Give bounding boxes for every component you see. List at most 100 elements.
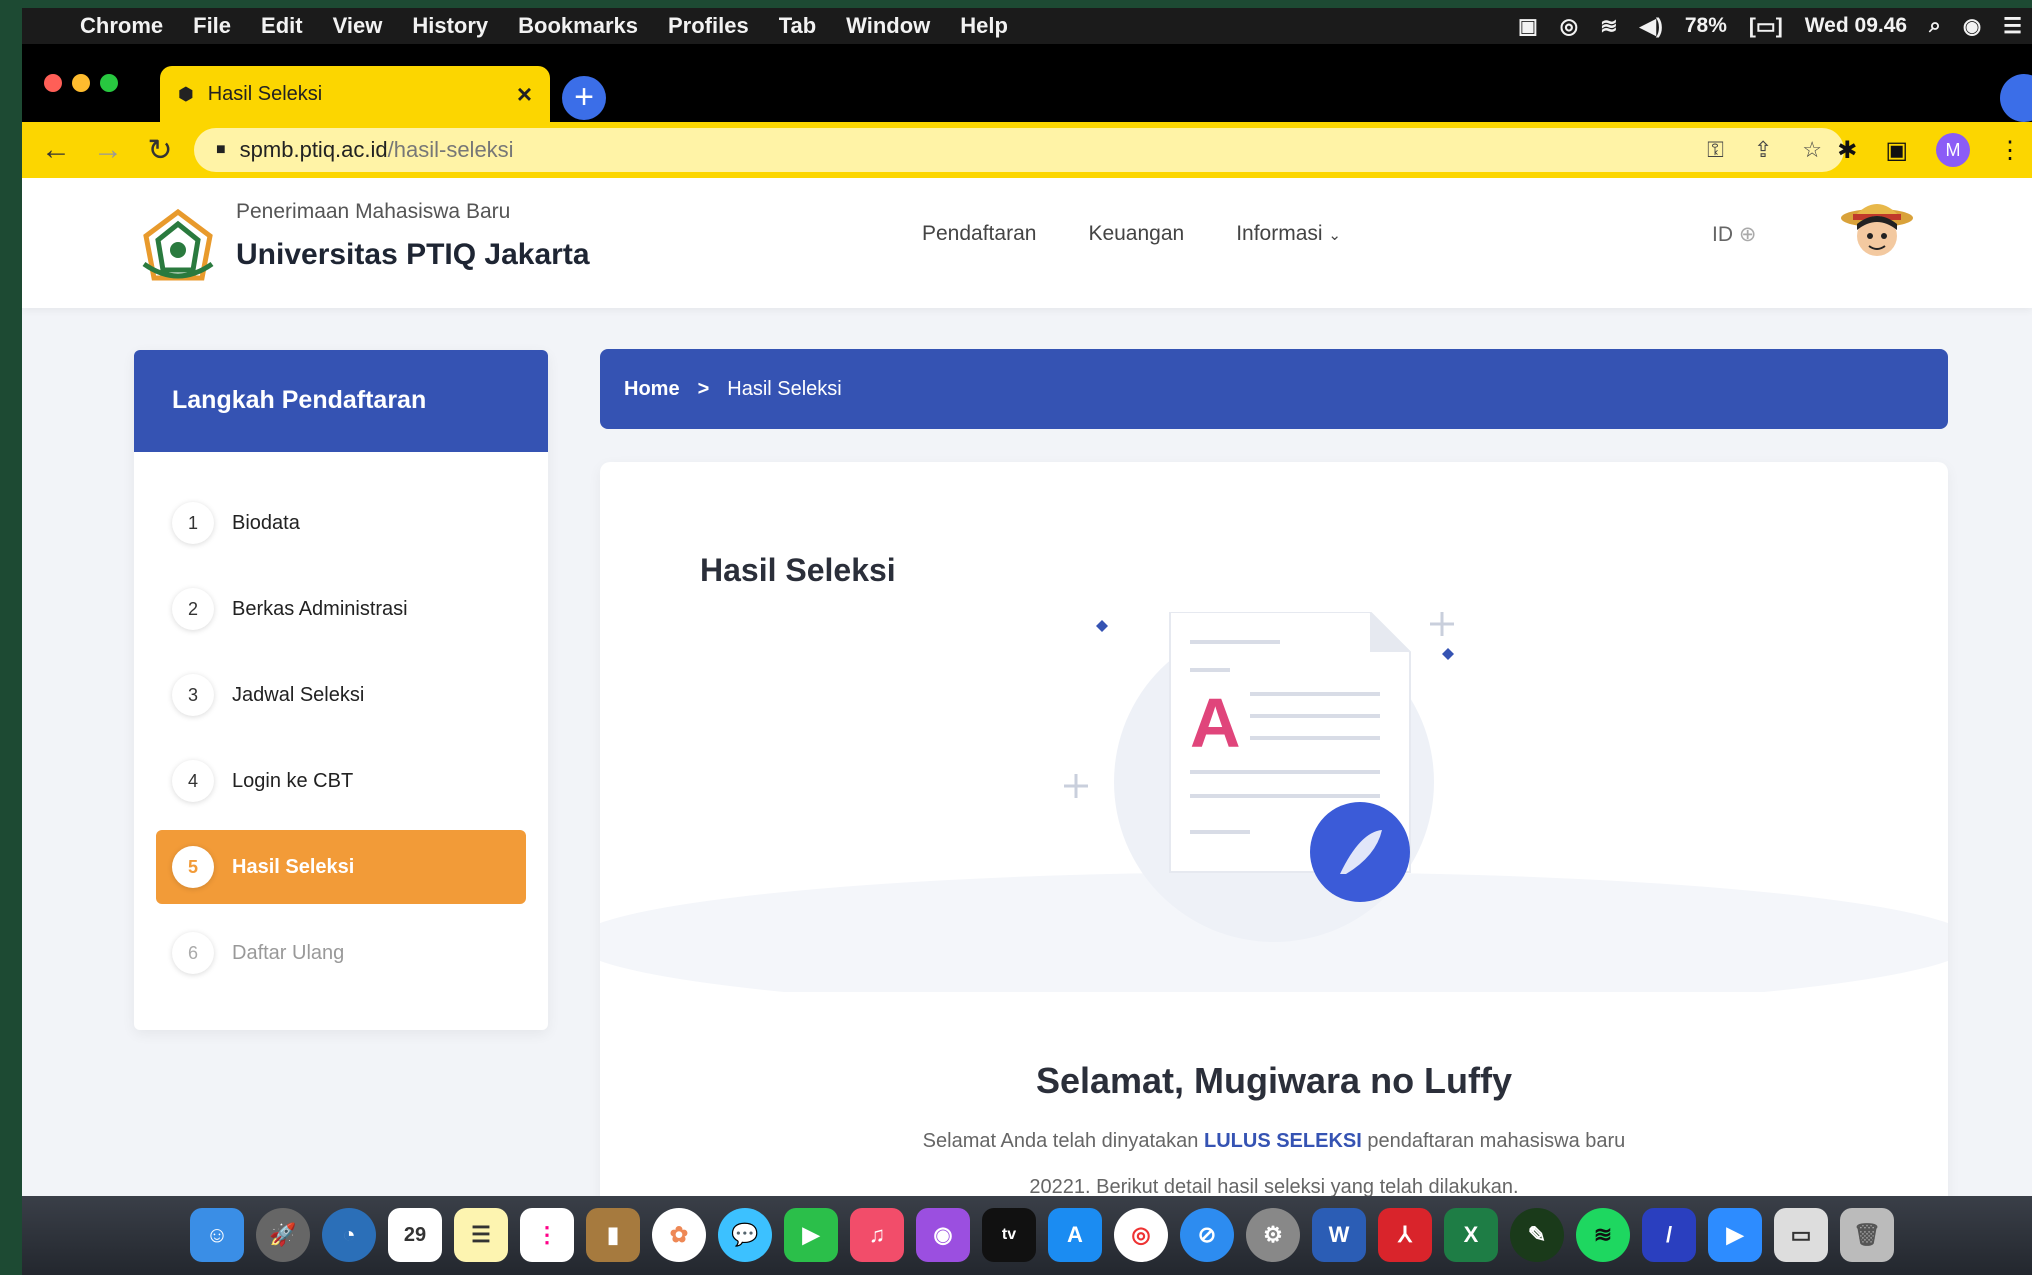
bookmark-star-icon[interactable]: ☆ (1802, 137, 1822, 163)
tab-search-button[interactable] (2000, 74, 2032, 122)
menu-tab[interactable]: Tab (779, 13, 816, 39)
nav-informasi[interactable]: Informasi ⌄ (1236, 222, 1341, 246)
menu-file[interactable]: File (193, 13, 231, 39)
music-icon[interactable]: ♫ (850, 1208, 904, 1262)
breadcrumb-home[interactable]: Home (624, 378, 680, 401)
breadcrumb: Home > Hasil Seleksi (600, 349, 1948, 429)
language-switcher[interactable]: ID ⊕ (1712, 222, 1756, 247)
pen-icon[interactable]: / (1642, 1208, 1696, 1262)
step-daftar-ulang[interactable]: 6 Daftar Ulang (156, 916, 526, 990)
screen: Chrome File Edit View History Bookmarks … (22, 8, 2032, 1275)
step-hasil-seleksi[interactable]: 5 Hasil Seleksi (156, 830, 526, 904)
zoom-icon[interactable]: ▶ (1708, 1208, 1762, 1262)
brand-title[interactable]: Universitas PTIQ Jakarta (236, 238, 590, 272)
profile-avatar[interactable]: M (1936, 133, 1970, 167)
tab-close-icon[interactable]: × (517, 79, 532, 110)
spotify-icon[interactable]: ≋ (1576, 1208, 1630, 1262)
photos-icon[interactable]: ✿ (652, 1208, 706, 1262)
menu-window[interactable]: Window (846, 13, 930, 39)
result-suffix: pendaftaran mahasiswa baru (1367, 1130, 1626, 1152)
menu-profiles[interactable]: Profiles (668, 13, 749, 39)
menu-bookmarks[interactable]: Bookmarks (518, 13, 638, 39)
screen-share-icon[interactable]: ◎ (1560, 14, 1578, 39)
breadcrumb-current: Hasil Seleksi (727, 377, 842, 400)
step-berkas-administrasi[interactable]: 2 Berkas Administrasi (156, 572, 526, 646)
key-icon[interactable]: ⚿ (1707, 137, 1724, 163)
menu-edit[interactable]: Edit (261, 13, 303, 39)
trash-icon[interactable]: 🗑 (1840, 1208, 1894, 1262)
menu-help[interactable]: Help (960, 13, 1008, 39)
siri-icon[interactable]: ◉ (1963, 14, 1981, 39)
chrome-icon[interactable]: ◎ (1114, 1208, 1168, 1262)
safari-icon[interactable]: ⊘ (1180, 1208, 1234, 1262)
menu-view[interactable]: View (333, 13, 383, 39)
messages-icon[interactable]: 💬 (718, 1208, 772, 1262)
reload-icon[interactable]: ↻ (134, 133, 186, 168)
address-bar[interactable]: ■ spmb.ptiq.ac.id /hasil-seleksi ⚿ ⇪ ☆ (194, 128, 1844, 172)
url-path: /hasil-seleksi (387, 137, 514, 162)
step-label: Login ke CBT (232, 769, 354, 792)
maximize-window-button[interactable] (100, 74, 118, 92)
browser-icon[interactable]: ◔ (322, 1208, 376, 1262)
reminders-icon[interactable]: ⋮ (520, 1208, 574, 1262)
volume-icon[interactable]: ◀) (1640, 14, 1663, 39)
result-prefix: Selamat Anda telah dinyatakan (922, 1130, 1199, 1152)
browser-tab[interactable]: ⬢ Hasil Seleksi × (160, 66, 550, 122)
extensions-puzzle-icon[interactable]: ✱ (1837, 136, 1857, 165)
nav-pendaftaran[interactable]: Pendaftaran (922, 222, 1036, 246)
step-number: 3 (172, 674, 214, 716)
acrobat-icon[interactable]: ⅄ (1378, 1208, 1432, 1262)
brand-subtitle: Penerimaan Mahasiswa Baru (236, 200, 511, 223)
launchpad-icon[interactable]: 🚀 (256, 1208, 310, 1262)
excel-icon[interactable]: X (1444, 1208, 1498, 1262)
notebook-icon[interactable]: ▮ (586, 1208, 640, 1262)
preview-icon[interactable]: ▭ (1774, 1208, 1828, 1262)
share-icon[interactable]: ⇪ (1754, 137, 1772, 163)
close-window-button[interactable] (44, 74, 62, 92)
word-icon[interactable]: W (1312, 1208, 1366, 1262)
greeting: Selamat, (1035, 1060, 1185, 1101)
result-status: LULUS SELEKSI (1204, 1130, 1362, 1152)
step-label: Jadwal Seleksi (232, 683, 365, 706)
document-illustration: A (600, 612, 1948, 992)
finder-icon[interactable]: ☺ (190, 1208, 244, 1262)
university-logo[interactable] (140, 208, 216, 284)
menu-history[interactable]: History (412, 13, 488, 39)
apple-tv-icon[interactable]: tv (982, 1208, 1036, 1262)
side-panel-icon[interactable]: ▣ (1885, 136, 1908, 165)
nav-informasi-label: Informasi (1236, 222, 1323, 245)
battery-percent[interactable]: 78% (1685, 14, 1727, 38)
control-center-icon[interactable]: ☰ (2003, 14, 2022, 39)
step-jadwal-seleksi[interactable]: 3 Jadwal Seleksi (156, 658, 526, 732)
podcasts-icon[interactable]: ◉ (916, 1208, 970, 1262)
step-login-cbt[interactable]: 4 Login ke CBT (156, 744, 526, 818)
zoom-status-icon[interactable]: ▣ (1518, 14, 1538, 39)
battery-icon[interactable]: [▭] (1749, 14, 1783, 39)
calendar-icon[interactable]: 29 (388, 1208, 442, 1262)
user-avatar[interactable] (1837, 194, 1917, 264)
spotlight-search-icon[interactable]: ⌕ (1929, 14, 1941, 38)
step-number: 5 (172, 846, 214, 888)
web-page: Penerimaan Mahasiswa Baru Universitas PT… (22, 178, 2032, 1196)
app-store-icon[interactable]: A (1048, 1208, 1102, 1262)
tab-strip: ⬢ Hasil Seleksi × + (22, 44, 2032, 122)
back-arrow-icon[interactable]: ← (30, 133, 82, 167)
minimize-window-button[interactable] (72, 74, 90, 92)
step-biodata[interactable]: 1 Biodata (156, 486, 526, 560)
congratulations-heading: Selamat, Mugiwara no Luffy (600, 1060, 1948, 1102)
pen-tool-icon[interactable]: ✎ (1510, 1208, 1564, 1262)
step-number: 6 (172, 932, 214, 974)
new-tab-button[interactable]: + (562, 76, 606, 120)
menu-app-name[interactable]: Chrome (80, 13, 163, 39)
globe-icon: ⊕ (1738, 223, 1757, 246)
nav-keuangan[interactable]: Keuangan (1088, 222, 1184, 246)
notes-icon[interactable]: ☰ (454, 1208, 508, 1262)
lock-icon[interactable]: ■ (216, 141, 226, 159)
mac-menubar: Chrome File Edit View History Bookmarks … (22, 8, 2032, 44)
forward-arrow-icon[interactable]: → (82, 133, 134, 167)
facetime-icon[interactable]: ▶ (784, 1208, 838, 1262)
clock[interactable]: Wed 09.46 (1805, 14, 1907, 38)
wifi-icon[interactable]: ≋ (1600, 14, 1618, 39)
chrome-menu-icon[interactable]: ⋮ (1998, 136, 2022, 165)
system-preferences-icon[interactable]: ⚙ (1246, 1208, 1300, 1262)
